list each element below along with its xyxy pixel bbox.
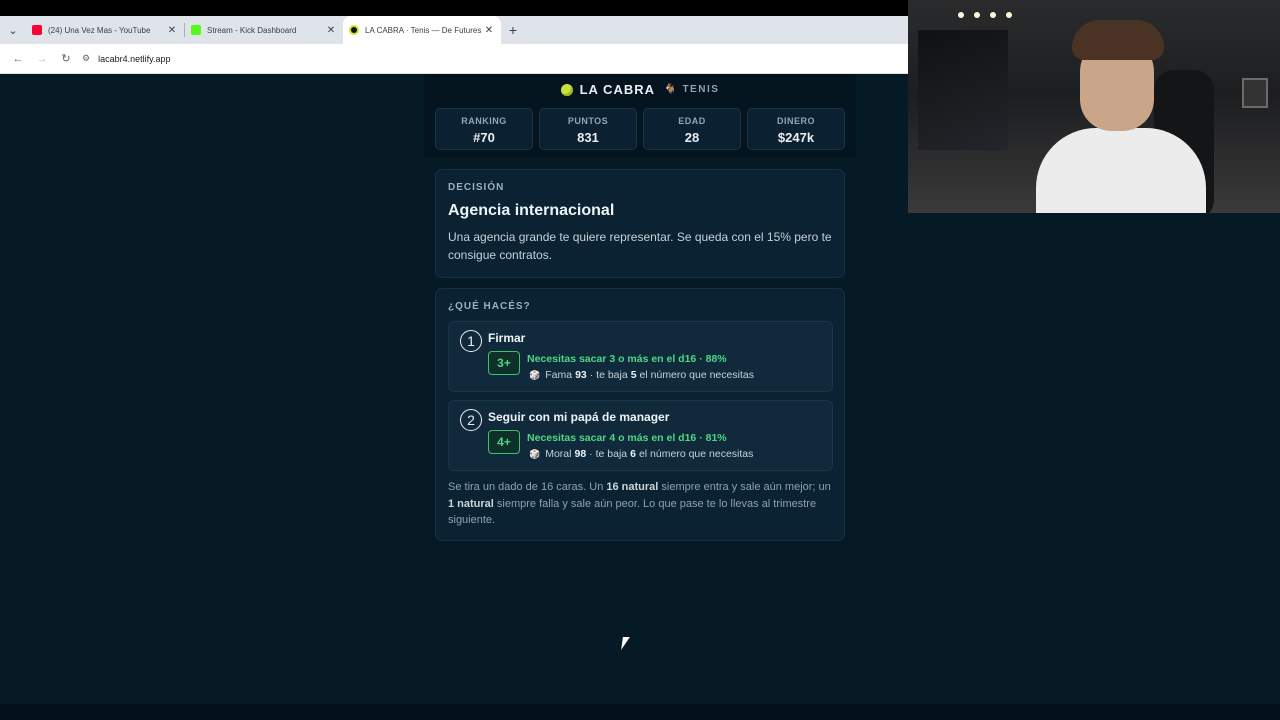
modifier-stat: Fama [545,369,573,381]
option-number: 1 [460,330,482,352]
tab-search-chevron-icon[interactable]: ⌄ [0,16,26,44]
choices-panel: ¿QUÉ HACÉS? 1 Firmar 3+ Necesitas sacar … [435,288,845,541]
note-bold: 16 natural [606,481,659,493]
stat-label: PUNTOS [567,116,609,126]
modifier-tail: el número que necesitas [638,448,754,460]
note-text: siempre falla y sale aún peor. Lo que pa… [448,497,817,527]
option-target-badge: 4+ [488,430,520,454]
stat-value: 831 [577,130,599,145]
tab-close-icon[interactable]: ✕ [166,25,178,36]
note-bold: 1 natural [448,497,494,510]
mouse-cursor-icon [621,637,630,650]
modifier-mid: · te baja [589,369,628,381]
tab-close-icon[interactable]: ✕ [483,25,495,36]
option-chance: Necesitas sacar 3 o más en el d16 · 88% [527,353,727,365]
stat-label: DINERO [776,116,815,126]
webcam-overlay [908,0,1280,213]
tennis-ball-icon [560,83,573,96]
address-bar[interactable]: ⚙ lacabr4.netlify.app [82,47,170,71]
option-modifier: 🎲 Moral 98 · te baja 6 el número que nec… [529,448,753,460]
tab-youtube[interactable]: (24) Una Vez Mas - YouTube ✕ [26,16,184,44]
stats-row: RANKING #70 PUNTOS 831 EDAD 28 DINERO $2… [435,108,845,150]
decision-panel: DECISIÓN Agencia internacional Una agenc… [435,169,845,278]
tab-kick[interactable]: Stream - Kick Dashboard ✕ [185,16,343,44]
brand-name: LA CABRA [579,82,655,97]
modifier-value: 93 [575,369,587,381]
webcam-person-hair [1072,20,1164,60]
ceiling-light [958,12,964,18]
decision-title: Agencia internacional [448,202,615,219]
tab-close-icon[interactable]: ✕ [325,25,337,36]
stat-label: RANKING [461,116,507,126]
brand-subtitle: TENIS [682,84,720,95]
note-text: siempre entra y sale aún mejor; un [658,481,831,493]
site-settings-icon[interactable]: ⚙ [82,53,90,64]
tab-la-cabra[interactable]: LA CABRA · Tenis — De Futures ✕ [343,16,501,44]
ceiling-light [974,12,980,18]
stat-ranking: RANKING #70 [435,108,533,150]
dice-icon: 🎲 [529,369,541,380]
plus-icon[interactable]: + [501,16,525,44]
option-number: 2 [460,409,482,431]
la-cabra-favicon-icon [349,25,359,35]
option-target-badge: 3+ [488,351,520,375]
kick-favicon-icon [191,25,201,35]
modifier-tail: el número que necesitas [639,369,754,381]
back-arrow-icon[interactable]: ← [6,47,30,71]
wall-picture [1242,78,1268,108]
option-chance: Necesitas sacar 4 o más en el d16 · 81% [527,432,727,444]
webcam-window [918,30,1008,150]
decision-text: Una agencia grande te quiere representar… [448,230,832,262]
modifier-amount: 5 [630,369,637,381]
modifier-value: 98 [574,448,587,460]
browser-toolbar: ← → ↻ ⚙ lacabr4.netlify.app [0,44,908,74]
reload-icon[interactable]: ↻ [54,47,78,71]
decision-kicker: DECISIÓN [448,182,505,193]
stat-label: EDAD [678,116,706,126]
modifier-mid: · te baja [589,448,628,460]
game-header: LA CABRA 🐐 TENIS RANKING #70 PUNTOS 831 … [424,74,856,158]
stat-value: $247k [777,130,815,145]
stat-points: PUNTOS 831 [539,108,637,150]
tab-title: (24) Una Vez Mas - YouTube [48,25,151,35]
stat-money: DINERO $247k [747,108,845,150]
choices-kicker: ¿QUÉ HACÉS? [448,301,531,312]
option-keep-dad-manager[interactable]: 2 Seguir con mi papá de manager 4+ Neces… [448,400,833,471]
dice-rules-note: Se tira un dado de 16 caras. Un 16 natur… [448,479,836,529]
note-text: Se tira un dado de 16 caras. Un [448,481,607,493]
stat-value: 28 [684,130,700,145]
forward-arrow-icon[interactable]: → [30,47,54,71]
goat-icon: 🐐 [664,84,677,95]
modifier-amount: 6 [630,448,636,460]
stat-value: #70 [473,130,495,145]
bottom-black-bar [0,704,1280,720]
option-title: Firmar [488,331,526,345]
top-black-bar [0,0,908,16]
ceiling-light [990,12,996,18]
youtube-favicon-icon [32,25,42,35]
tab-title: Stream - Kick Dashboard [207,25,297,35]
stat-age: EDAD 28 [643,108,741,150]
modifier-stat: Moral [545,448,572,460]
tab-title: LA CABRA · Tenis — De Futures [365,25,482,35]
dice-icon: 🎲 [529,448,541,459]
screen: ⌄ (24) Una Vez Mas - YouTube ✕ Stream - … [0,0,1280,720]
url-text: lacabr4.netlify.app [98,53,171,64]
brand: LA CABRA 🐐 TENIS [424,82,856,97]
webcam-person-shirt [1036,128,1206,213]
ceiling-light [1006,12,1012,18]
option-title: Seguir con mi papá de manager [488,410,670,424]
option-sign[interactable]: 1 Firmar 3+ Necesitas sacar 3 o más en e… [448,321,833,392]
browser-tabstrip: ⌄ (24) Una Vez Mas - YouTube ✕ Stream - … [0,16,908,44]
option-modifier: 🎲 Fama 93 · te baja 5 el número que nece… [529,369,754,381]
